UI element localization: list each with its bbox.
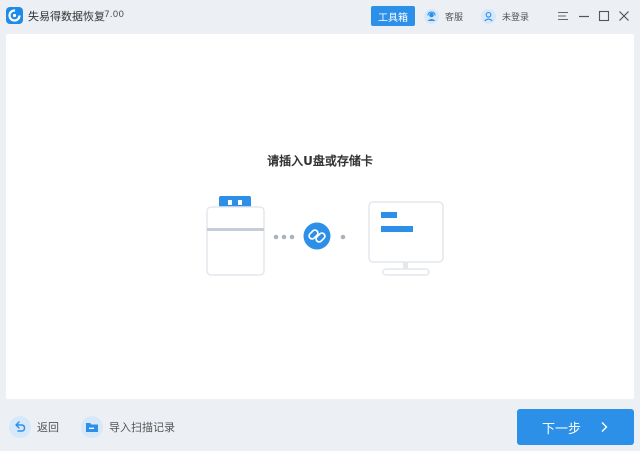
headset-icon <box>424 8 439 24</box>
back-arrow-icon <box>9 416 31 438</box>
monitor-icon <box>368 201 444 276</box>
next-step-button[interactable]: 下一步 <box>517 409 634 445</box>
close-icon[interactable] <box>617 9 631 23</box>
main-panel: 请插入U盘或存储卡 <box>6 34 634 399</box>
usb-drive-icon <box>206 196 265 276</box>
import-scan-record-label: 导入扫描记录 <box>109 421 175 434</box>
login-label: 未登录 <box>502 12 530 23</box>
next-step-label: 下一步 <box>541 421 581 437</box>
chevron-right-icon <box>599 421 609 433</box>
toolbox-label: 工具箱 <box>378 12 408 24</box>
back-button[interactable]: 返回 <box>9 416 59 438</box>
folder-import-icon <box>81 416 103 438</box>
customer-service-link[interactable]: 客服 <box>424 7 463 25</box>
link-icon <box>303 222 331 250</box>
title-bar: 失易得数据恢复 7.00 工具箱 客服 未登录 <box>0 0 640 32</box>
customer-service-label: 客服 <box>445 12 464 23</box>
menu-icon[interactable] <box>556 9 570 23</box>
login-link[interactable]: 未登录 <box>481 7 529 25</box>
minimize-icon[interactable] <box>577 9 591 23</box>
toolbox-button[interactable]: 工具箱 <box>371 6 415 26</box>
connection-illustration <box>196 194 456 284</box>
maximize-icon[interactable] <box>597 9 611 23</box>
import-scan-record-button[interactable]: 导入扫描记录 <box>81 416 175 438</box>
back-label: 返回 <box>37 421 59 434</box>
app-logo-icon <box>6 7 23 24</box>
user-icon <box>481 8 496 24</box>
app-title: 失易得数据恢复 <box>28 10 105 23</box>
insert-device-prompt: 请插入U盘或存储卡 <box>267 154 373 168</box>
app-version: 7.00 <box>104 10 125 20</box>
